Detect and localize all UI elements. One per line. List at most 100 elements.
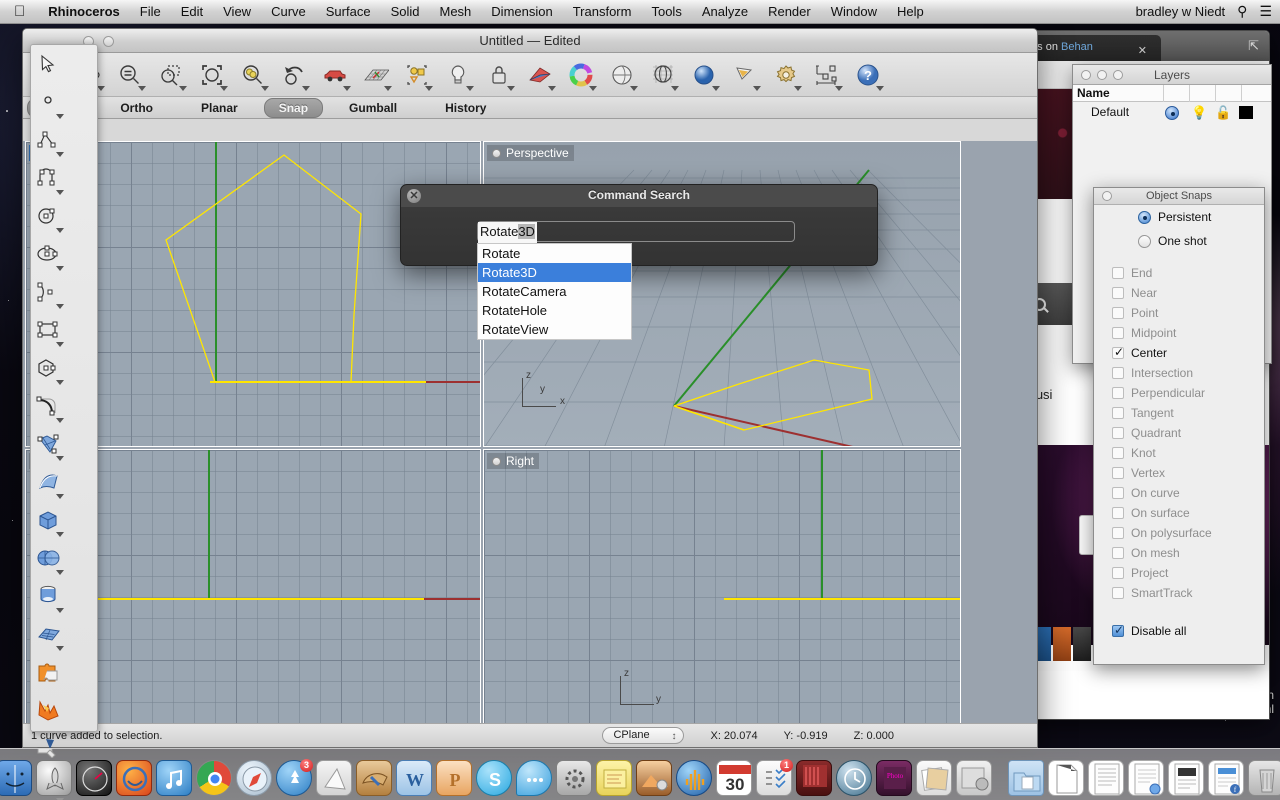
osnap-on-surface[interactable]: On surface [1094, 503, 1264, 523]
panel-zoom-button[interactable] [1113, 70, 1123, 80]
polyline-icon[interactable] [31, 121, 65, 159]
menu-analyze[interactable]: Analyze [692, 0, 758, 24]
osnap-point[interactable]: Point [1094, 303, 1264, 323]
osnap-vertex[interactable]: Vertex [1094, 463, 1264, 483]
command-search-dialog[interactable]: ✕ Command Search Rotate3D Rotate Rotate3… [400, 184, 878, 340]
list-icon[interactable]: ☰ [1259, 3, 1272, 20]
osnap-midpoint[interactable]: Midpoint [1094, 323, 1264, 343]
dropdown-arrow-icon[interactable] [876, 85, 884, 91]
dropdown-arrow-icon[interactable] [425, 85, 433, 91]
photoshop-icon[interactable]: P [436, 760, 472, 796]
menu-tools[interactable]: Tools [641, 0, 691, 24]
dropdown-arrow-icon[interactable] [97, 85, 105, 91]
cplane-dropdown[interactable]: CPlane [602, 727, 685, 744]
garageband-icon[interactable] [796, 760, 832, 796]
trash-icon[interactable] [1248, 760, 1280, 796]
dropdown-arrow-icon[interactable] [56, 646, 64, 651]
photo-booth-icon[interactable]: Photo [876, 760, 912, 796]
pages-document-icon[interactable] [1128, 760, 1164, 796]
osnap-disable-all[interactable]: Disable all [1094, 621, 1264, 641]
lightbulb-icon[interactable]: 💡 [1191, 105, 1207, 121]
mesh-icon[interactable] [31, 615, 65, 653]
layer-color-swatch[interactable] [1239, 106, 1253, 119]
dropdown-arrow-icon[interactable] [671, 85, 679, 91]
search-icon[interactable]: ⚲ [1237, 3, 1247, 20]
command-search-input[interactable]: Rotate3D [477, 221, 795, 243]
object-snaps-panel[interactable]: Object Snaps Persistent One shot End Nea… [1093, 187, 1265, 665]
dropdown-arrow-icon[interactable] [712, 85, 720, 91]
dropdown-arrow-icon[interactable] [794, 85, 802, 91]
dropdown-arrow-icon[interactable] [261, 85, 269, 91]
help-icon[interactable]: ? [847, 55, 888, 95]
toggle-ortho[interactable]: Ortho [98, 99, 175, 117]
command-search-results-list[interactable]: Rotate Rotate3D RotateCamera RotateHole … [477, 243, 632, 340]
zoom-extents-icon[interactable] [191, 55, 232, 95]
dropdown-arrow-icon[interactable] [56, 494, 64, 499]
options-gear-icon[interactable] [765, 55, 806, 95]
circle-icon[interactable] [31, 197, 65, 235]
revolve-icon[interactable] [31, 577, 65, 615]
report-document-icon[interactable] [1168, 760, 1204, 796]
dimension-layout-icon[interactable] [806, 55, 847, 95]
surface-from-curves-icon[interactable] [31, 425, 65, 463]
dropdown-arrow-icon[interactable] [56, 608, 64, 613]
osnap-mode-one-shot[interactable]: One shot [1094, 229, 1264, 253]
zoom-selected-icon[interactable] [232, 55, 273, 95]
close-icon[interactable]: ✕ [1138, 44, 1147, 57]
iphoto-icon[interactable] [636, 760, 672, 796]
point-object-icon[interactable] [31, 83, 65, 121]
dropdown-arrow-icon[interactable] [56, 418, 64, 423]
dashboard-icon[interactable] [76, 760, 112, 796]
command-option-rotatecamera[interactable]: RotateCamera [478, 282, 631, 301]
microsoft-word-icon[interactable]: W [396, 760, 432, 796]
panel-minimize-button[interactable] [1097, 70, 1107, 80]
light-icon[interactable] [437, 55, 478, 95]
osnap-on-mesh[interactable]: On mesh [1094, 543, 1264, 563]
osnap-quadrant[interactable]: Quadrant [1094, 423, 1264, 443]
command-option-rotate[interactable]: Rotate [478, 244, 631, 263]
imovie-icon[interactable] [956, 760, 992, 796]
keynote-icon[interactable] [316, 760, 352, 796]
dropdown-arrow-icon[interactable] [56, 304, 64, 309]
dropdown-arrow-icon[interactable] [56, 228, 64, 233]
menu-dimension[interactable]: Dimension [481, 0, 562, 24]
chrome-icon[interactable] [196, 760, 232, 796]
command-option-rotate3d[interactable]: Rotate3D [478, 263, 631, 282]
dropdown-arrow-icon[interactable] [56, 532, 64, 537]
ellipse-icon[interactable] [31, 235, 65, 273]
toggle-snap[interactable]: Snap [263, 97, 324, 118]
zoom-window-icon[interactable] [150, 55, 191, 95]
menu-surface[interactable]: Surface [316, 0, 381, 24]
document-icon[interactable] [1048, 760, 1084, 796]
menu-curve[interactable]: Curve [261, 0, 316, 24]
viewport-label-perspective[interactable]: Perspective [487, 145, 574, 161]
toggle-planar[interactable]: Planar [179, 99, 260, 117]
wireframe-sphere-icon[interactable] [642, 55, 683, 95]
browser-thumbnail-row[interactable] [1033, 627, 1091, 661]
launchpad-icon[interactable] [36, 760, 72, 796]
command-option-rotatehole[interactable]: RotateHole [478, 301, 631, 320]
menu-file[interactable]: File [130, 0, 171, 24]
dropdown-arrow-icon[interactable] [384, 85, 392, 91]
command-option-rotateview[interactable]: RotateView [478, 320, 631, 339]
menu-transform[interactable]: Transform [563, 0, 642, 24]
osnap-knot[interactable]: Knot [1094, 443, 1264, 463]
browser-thumbnail[interactable] [1073, 627, 1091, 661]
osnap-mode-persistent[interactable]: Persistent [1094, 205, 1264, 229]
dropdown-arrow-icon[interactable] [835, 85, 843, 91]
rhinoceros-icon[interactable] [356, 760, 392, 796]
dropdown-arrow-icon[interactable] [179, 85, 187, 91]
menu-solid[interactable]: Solid [381, 0, 430, 24]
system-preferences-icon[interactable] [556, 760, 592, 796]
layers-panel-title-bar[interactable]: Layers [1073, 65, 1271, 85]
dropdown-arrow-icon[interactable] [56, 380, 64, 385]
window-minimize-button[interactable] [103, 36, 114, 47]
messages-icon[interactable] [516, 760, 552, 796]
dropdown-arrow-icon[interactable] [56, 152, 64, 157]
dropdown-arrow-icon[interactable] [630, 85, 638, 91]
box-solid-icon[interactable] [31, 501, 65, 539]
skype-icon[interactable]: S [476, 760, 512, 796]
zoom-in-out-icon[interactable] [109, 55, 150, 95]
text-document-icon[interactable] [1088, 760, 1124, 796]
expand-icon[interactable]: ⇱ [1248, 38, 1259, 54]
